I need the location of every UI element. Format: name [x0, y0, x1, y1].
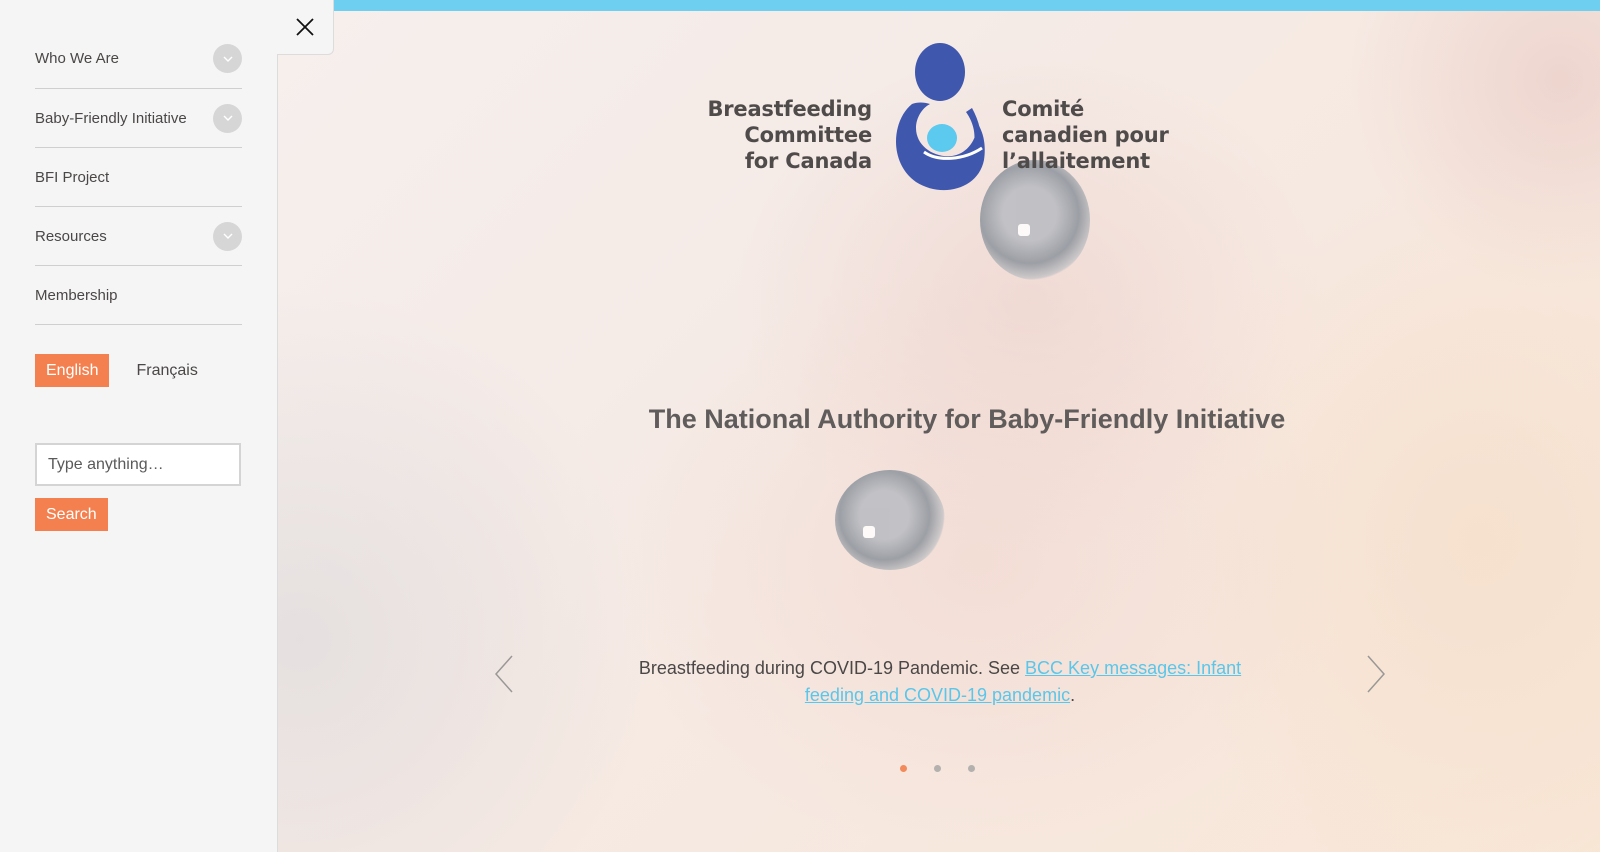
sidebar-menu: Who We Are Baby-Friendly Initiative BFI … — [0, 0, 278, 852]
close-menu-button[interactable] — [277, 0, 334, 55]
sidebar-item-bfi-project[interactable]: BFI Project — [35, 148, 242, 207]
sidebar-item-label: BFI Project — [35, 168, 110, 186]
chevron-down-icon — [223, 56, 232, 62]
logo-en-line: for Canada — [744, 149, 872, 173]
hero-title: The National Authority for Baby-Friendly… — [648, 404, 1286, 434]
chevron-right-icon — [1367, 655, 1386, 693]
sidebar-item-label: Baby-Friendly Initiative — [35, 109, 187, 127]
top-accent-bar — [334, 0, 1600, 11]
slider-next-button[interactable] — [1364, 654, 1388, 694]
sidebar-item-resources[interactable]: Resources — [35, 207, 242, 266]
logo-fr-line: l’allaitement — [1002, 149, 1150, 173]
slide-text-before: Breastfeeding during COVID-19 Pandemic. … — [638, 658, 1026, 678]
language-switcher: English Français — [35, 354, 242, 387]
slider-dot-1[interactable] — [900, 765, 907, 772]
sidebar-item-membership[interactable]: Membership — [35, 266, 242, 325]
logo-en-line: Committee — [744, 123, 872, 147]
sidebar-item-label: Resources — [35, 227, 107, 245]
chevron-down-icon — [223, 233, 232, 239]
logo-text-english: Breastfeeding Committee for Canada — [652, 96, 872, 174]
site-logo[interactable]: Breastfeeding Committee for Canada Comit… — [700, 42, 1180, 192]
slider-prev-button[interactable] — [492, 654, 516, 694]
sidebar-item-label: Who We Are — [35, 50, 119, 67]
slide-text-after: . — [1070, 685, 1076, 705]
logo-text-french: Comité canadien pour l’allaitement — [1002, 96, 1222, 174]
sidebar-item-who-we-are[interactable]: Who We Are — [35, 29, 242, 89]
slider-dot-3[interactable] — [968, 765, 975, 772]
slider-pagination — [900, 765, 975, 772]
search-button[interactable]: Search — [35, 498, 108, 531]
chevron-down-icon — [223, 115, 232, 121]
slide-caption: Breastfeeding during COVID-19 Pandemic. … — [620, 655, 1260, 709]
search-input[interactable] — [35, 443, 241, 486]
logo-fr-line: canadien pour — [1002, 123, 1169, 147]
close-icon — [296, 18, 314, 36]
sidebar-nav: Who We Are Baby-Friendly Initiative BFI … — [35, 29, 242, 325]
expand-submenu-button[interactable] — [213, 103, 242, 133]
language-french-link[interactable]: Français — [136, 362, 197, 380]
sidebar-item-label: Membership — [35, 286, 118, 304]
chevron-left-icon — [494, 655, 513, 693]
baby-eye-lower — [835, 470, 945, 570]
sidebar-item-baby-friendly-initiative[interactable]: Baby-Friendly Initiative — [35, 89, 242, 148]
expand-submenu-button[interactable] — [213, 221, 242, 251]
expand-submenu-button[interactable] — [213, 44, 242, 73]
language-english-button[interactable]: English — [35, 354, 110, 387]
logo-fr-line: Comité — [1002, 97, 1085, 121]
slider-dot-2[interactable] — [934, 765, 941, 772]
mother-child-logo-icon — [896, 43, 985, 191]
logo-en-line: Breastfeeding — [707, 97, 872, 121]
